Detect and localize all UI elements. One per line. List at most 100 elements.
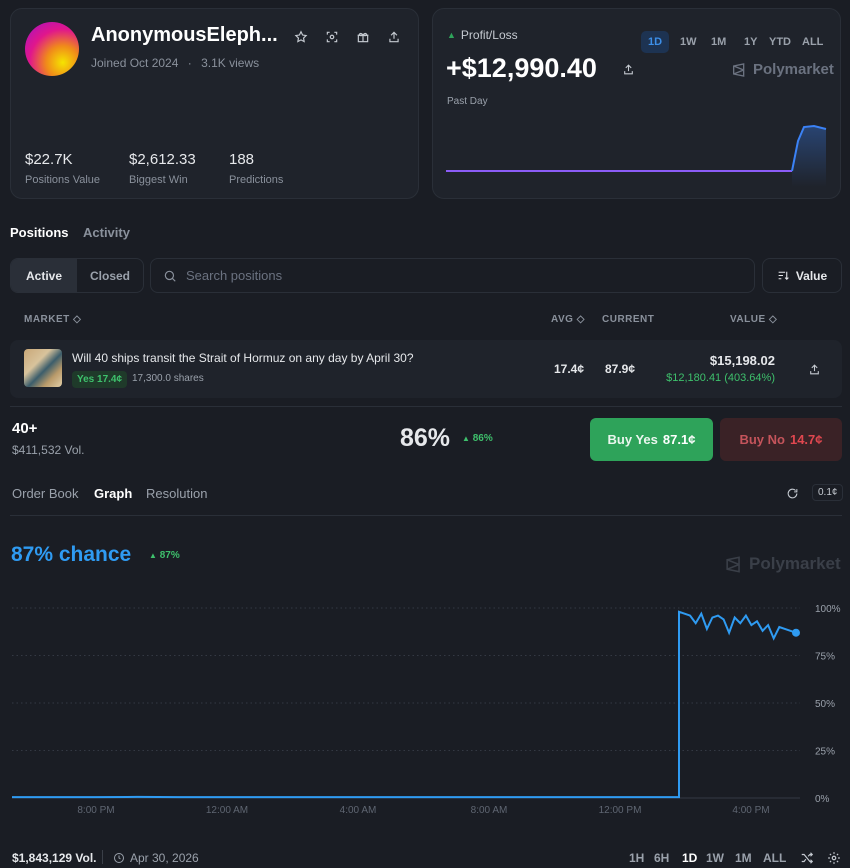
buy-yes-price: 87.1¢: [662, 432, 696, 447]
buy-yes-label: Buy Yes: [607, 432, 658, 447]
footer-separator: [102, 850, 103, 864]
x-tick-label: 4:00 PM: [732, 805, 769, 816]
buy-yes-button[interactable]: Buy Yes 87.1¢: [590, 418, 713, 461]
col-avg-label: AVG: [551, 314, 574, 325]
y-tick-label: 50%: [815, 699, 835, 710]
graph-brand: Polymarket: [724, 554, 841, 574]
col-current-header: CURRENT: [602, 314, 654, 325]
share-icon[interactable]: [803, 358, 825, 380]
col-market-label: MARKET: [24, 314, 70, 325]
tab-positions[interactable]: Positions: [10, 225, 69, 240]
market-title[interactable]: Will 40 ships transit the Strait of Horm…: [72, 351, 414, 365]
delta-value: 86%: [472, 433, 493, 444]
x-tick-label: 8:00 PM: [77, 805, 114, 816]
tab-order-book[interactable]: Order Book: [12, 486, 78, 501]
brand-name: Polymarket: [749, 554, 841, 573]
pnl-sparkline: [446, 124, 827, 187]
position-pnl: $12,180.41 (403.64%): [666, 372, 775, 384]
search-icon: [164, 270, 176, 282]
stat-biggest-win: $2,612.33 Biggest Win: [129, 151, 196, 186]
sort-button[interactable]: Value: [762, 258, 842, 293]
shuffle-icon[interactable]: [796, 847, 818, 868]
meta-separator: ·: [187, 56, 192, 70]
filter-closed-button[interactable]: Closed: [77, 259, 143, 292]
col-value-label: VALUE: [730, 314, 766, 325]
refresh-icon[interactable]: [781, 482, 803, 504]
brand-name: Polymarket: [753, 61, 834, 78]
triangle-up-icon: ▲: [149, 551, 157, 560]
divider: [10, 406, 842, 407]
range-1h[interactable]: 1H: [629, 851, 644, 865]
position-badge: Yes 17.4¢: [72, 371, 128, 388]
star-icon[interactable]: [290, 26, 312, 48]
username: AnonymousEleph...: [91, 24, 278, 46]
latest-point: [792, 628, 800, 637]
col-avg-header[interactable]: AVG ◇: [551, 314, 585, 325]
end-date: Apr 30, 2026: [113, 851, 199, 865]
footer-volume: $1,843,129 Vol.: [12, 851, 97, 865]
avg-price: 17.4¢: [554, 362, 585, 376]
stat-value: $22.7K: [25, 151, 73, 168]
divider: [10, 515, 842, 516]
scan-icon[interactable]: [321, 26, 343, 48]
current-price: 87.9¢: [605, 362, 636, 376]
period-ytd[interactable]: YTD: [762, 31, 798, 53]
outcome-name: 40+: [12, 420, 38, 437]
buy-no-button[interactable]: Buy No 14.7¢: [720, 418, 842, 461]
triangle-up-icon: ▲: [462, 434, 470, 443]
end-date-text: Apr 30, 2026: [130, 851, 199, 865]
stat-label: Biggest Win: [129, 174, 188, 186]
polymarket-logo-icon: [733, 62, 745, 77]
search-input[interactable]: [186, 268, 726, 283]
col-market-header[interactable]: MARKET ◇: [24, 314, 81, 325]
buy-no-label: Buy No: [739, 432, 785, 447]
y-tick-label: 0%: [815, 794, 830, 805]
share-count: 17,300.0 shares: [132, 373, 204, 384]
period-1m[interactable]: 1M: [704, 31, 733, 53]
x-tick-label: 8:00 AM: [471, 805, 508, 816]
col-value-header[interactable]: VALUE ◇: [730, 314, 777, 325]
sort-label: Value: [795, 268, 828, 283]
share-icon[interactable]: [383, 26, 405, 48]
graph-delta: ▲ 87%: [149, 550, 180, 561]
price-line: [12, 610, 797, 799]
tab-activity[interactable]: Activity: [83, 225, 130, 240]
range-6h[interactable]: 6H: [654, 851, 669, 865]
sort-arrows-icon: ◇: [73, 314, 82, 325]
pnl-card: ▲ Profit/Loss 1D 1W 1M 1Y YTD ALL +$12,9…: [432, 8, 841, 199]
range-all[interactable]: ALL: [763, 851, 786, 865]
price-chart: 100% 75% 50% 25% 0% 8:00 PM 12:00 AM 4:00 AM 8:0…: [12, 604, 841, 816]
stat-value: $2,612.33: [129, 151, 196, 168]
share-icon[interactable]: [617, 58, 639, 80]
gear-icon[interactable]: [823, 847, 845, 868]
outcome-volume: $411,532 Vol.: [12, 443, 85, 457]
tick-size-button[interactable]: 0.1¢: [812, 484, 844, 501]
market-thumbnail: [24, 349, 62, 387]
col-current-label: CURRENT: [602, 314, 655, 325]
y-tick-label: 75%: [815, 652, 835, 663]
gift-icon[interactable]: [352, 26, 374, 48]
y-tick-label: 100%: [815, 604, 841, 615]
stat-positions-value: $22.7K Positions Value: [25, 151, 100, 186]
stat-value: 188: [229, 151, 255, 168]
profile-card: AnonymousEleph... Joined Oct 2024 · 3.1K…: [10, 8, 419, 199]
period-1d[interactable]: 1D: [641, 31, 670, 53]
x-tick-label: 12:00 AM: [206, 805, 248, 816]
tab-graph[interactable]: Graph: [94, 486, 132, 501]
pnl-brand: Polymarket: [731, 61, 834, 78]
range-1d[interactable]: 1D: [682, 851, 697, 865]
period-all[interactable]: ALL: [795, 31, 830, 53]
status-toggle: Active Closed: [10, 258, 144, 293]
x-tick-label: 12:00 PM: [599, 805, 642, 816]
sort-arrows-icon: ◇: [768, 314, 778, 325]
period-1w[interactable]: 1W: [673, 31, 704, 53]
filter-active-button[interactable]: Active: [11, 259, 77, 292]
period-1y[interactable]: 1Y: [737, 31, 764, 53]
range-1w[interactable]: 1W: [706, 851, 724, 865]
position-value: $15,198.02: [709, 353, 775, 368]
table-row[interactable]: Will 40 ships transit the Strait of Horm…: [10, 340, 842, 398]
range-1m[interactable]: 1M: [735, 851, 752, 865]
tab-resolution[interactable]: Resolution: [146, 486, 207, 501]
view-count: 3.1K views: [201, 56, 260, 70]
avatar[interactable]: [25, 22, 79, 76]
